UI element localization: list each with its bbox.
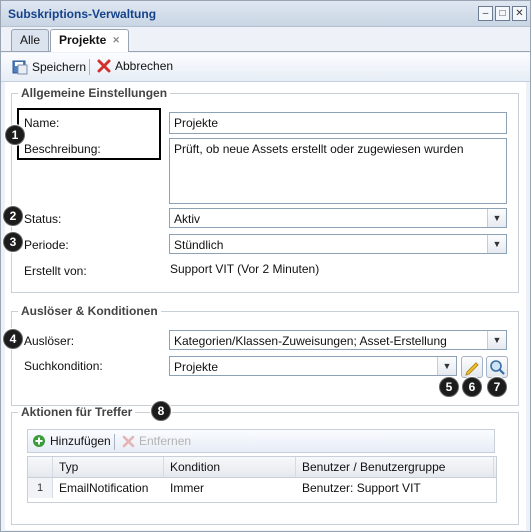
grid-header: Typ Kondition Benutzer / Benutzergruppe — [28, 457, 496, 478]
search-condition-value: Projekte — [174, 360, 219, 374]
callout-7: 7 — [487, 377, 507, 397]
cancel-icon — [97, 59, 111, 73]
trigger-label: Auslöser: — [24, 334, 75, 348]
period-value: Stündlich — [174, 238, 224, 252]
search-condition-label: Suchkondition: — [24, 359, 103, 373]
actions-grid: Typ Kondition Benutzer / Benutzergruppe … — [27, 456, 497, 503]
toolbar-separator — [89, 59, 90, 75]
add-button[interactable]: Hinzufügen — [32, 434, 111, 448]
cell-kondition: Immer — [170, 481, 204, 495]
callout-1: 1 — [5, 125, 25, 145]
created-by-label: Erstellt von: — [24, 264, 87, 278]
description-label: Beschreibung: — [24, 142, 101, 156]
column-header-benutzer[interactable]: Benutzer / Benutzergruppe — [296, 457, 494, 477]
status-select[interactable]: Aktiv ▼ — [169, 208, 507, 228]
maximize-button[interactable]: □ — [495, 6, 510, 21]
remove-icon — [122, 435, 135, 447]
remove-button[interactable]: Entfernen — [122, 434, 191, 448]
close-button[interactable]: ✕ — [512, 6, 527, 21]
table-row[interactable]: 1 EmailNotification Immer Benutzer: Supp… — [28, 478, 496, 498]
tab-label: Projekte — [59, 33, 107, 47]
search-condition-select[interactable]: Projekte ▼ — [169, 356, 457, 376]
row-number: 1 — [28, 478, 53, 498]
tab-projekte[interactable]: Projekte ✕ — [50, 29, 129, 52]
callout-8: 8 — [151, 401, 171, 421]
chevron-down-icon[interactable]: ▼ — [437, 357, 456, 375]
trigger-value: Kategorien/Klassen-Zuweisungen; Asset-Er… — [174, 334, 447, 348]
save-button[interactable]: Speichern — [12, 59, 86, 75]
callout-6: 6 — [462, 377, 482, 397]
add-label: Hinzufügen — [50, 434, 111, 448]
name-label: Name: — [24, 116, 60, 130]
chevron-down-icon[interactable]: ▼ — [487, 235, 506, 253]
remove-label: Entfernen — [139, 434, 192, 448]
magnifier-icon — [490, 360, 505, 375]
title-bar[interactable]: Subskriptions-Verwaltung – □ ✕ — [1, 1, 530, 27]
add-icon — [33, 435, 45, 447]
chevron-down-icon[interactable]: ▼ — [487, 331, 506, 349]
cell-typ: EmailNotification — [59, 481, 149, 495]
callout-5: 5 — [439, 377, 459, 397]
cancel-label: Abbrechen — [115, 59, 174, 73]
tab-close-icon[interactable]: ✕ — [112, 35, 120, 45]
triggers-legend: Auslöser & Konditionen — [21, 304, 158, 318]
period-label: Periode: — [24, 238, 69, 252]
created-by-value: Support VIT (Vor 2 Minuten) — [170, 262, 320, 276]
actions-legend: Aktionen für Treffer — [21, 405, 133, 419]
callout-2: 2 — [3, 206, 23, 226]
tab-label: Alle — [20, 33, 41, 47]
toolbar-separator — [114, 434, 115, 450]
search-button[interactable] — [486, 356, 508, 378]
form-panel: Allgemeine Einstellungen 1 Name: Beschre… — [3, 82, 526, 530]
column-header-typ[interactable]: Typ — [53, 457, 164, 477]
actions-toolbar: Hinzufügen Entfernen — [27, 429, 495, 453]
window-title: Subskriptions-Verwaltung — [8, 7, 157, 21]
pencil-icon — [465, 362, 479, 376]
period-select[interactable]: Stündlich ▼ — [169, 234, 507, 254]
cancel-button[interactable]: Abbrechen — [97, 59, 173, 73]
toolbar: Speichern Abbrechen — [1, 53, 530, 82]
callout-3: 3 — [3, 232, 23, 252]
status-label: Status: — [24, 212, 62, 226]
row-number-header — [28, 457, 53, 477]
minimize-button[interactable]: – — [478, 6, 493, 21]
cell-benutzer: Benutzer: Support VIT — [302, 481, 421, 495]
column-header-kondition[interactable]: Kondition — [164, 457, 296, 477]
tab-alle[interactable]: Alle — [11, 29, 50, 51]
edit-button[interactable] — [461, 356, 483, 378]
status-value: Aktiv — [174, 212, 201, 226]
tab-strip: Alle Projekte ✕ — [1, 27, 530, 52]
chevron-down-icon[interactable]: ▼ — [487, 209, 506, 227]
callout-4: 4 — [3, 329, 23, 349]
general-legend: Allgemeine Einstellungen — [21, 86, 168, 100]
subscription-window: Subskriptions-Verwaltung – □ ✕ Alle Proj… — [0, 0, 531, 532]
name-field[interactable]: Projekte — [169, 112, 507, 134]
trigger-select[interactable]: Kategorien/Klassen-Zuweisungen; Asset-Er… — [169, 330, 507, 350]
save-label: Speichern — [32, 60, 87, 74]
save-icon — [12, 60, 28, 75]
description-field[interactable]: Prüft, ob neue Assets erstellt oder zuge… — [169, 138, 507, 204]
